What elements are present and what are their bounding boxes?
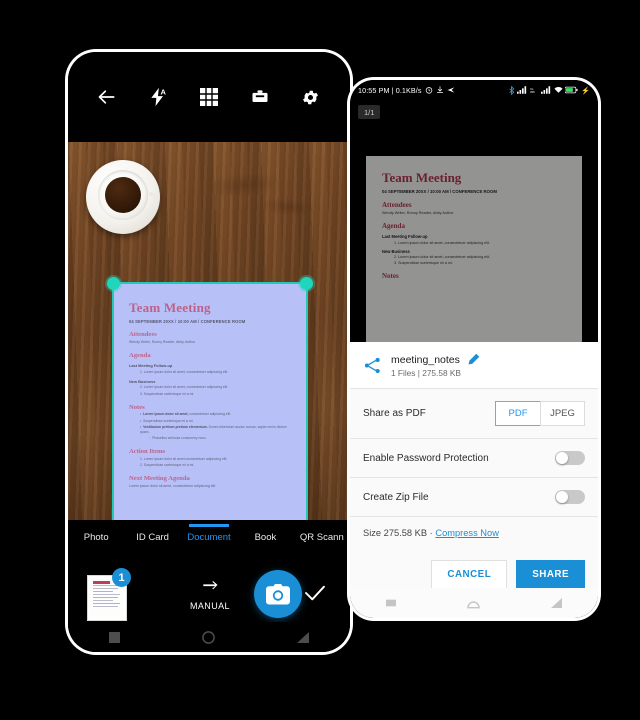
mode-tab-qr-scanner[interactable]: QR Scann	[294, 524, 350, 552]
share-as-row: Share as PDF PDF JPEG	[350, 389, 598, 438]
format-segmented-control: PDF JPEG	[495, 401, 585, 426]
mode-tab-book[interactable]: Book	[237, 524, 293, 552]
grid-icon[interactable]	[198, 86, 220, 108]
file-meta: 1 Files | 275.58 KB	[391, 368, 461, 378]
mode-tab-photo[interactable]: Photo	[68, 524, 124, 552]
thumbnail-line	[93, 588, 118, 590]
detected-document[interactable]: Team Meeting 04 SEPTEMBER 20XX / 10:00 A…	[107, 277, 313, 520]
recents-icon[interactable]	[109, 631, 120, 643]
thumbnail-line	[93, 597, 118, 599]
left-phone-frame: A Team Meeting 04 SEPTEMBER 20XX / 10:00…	[68, 52, 350, 652]
compress-now-link[interactable]: Compress Now	[435, 528, 499, 538]
svg-text:A: A	[161, 88, 167, 97]
signal-bars-icon	[517, 86, 527, 94]
size-text: Size 275.58 KB ·	[363, 528, 436, 538]
coffee-liquid	[105, 177, 141, 213]
filter-icon[interactable]	[249, 86, 271, 108]
android-navbar-right	[350, 588, 598, 618]
back-arrow-icon[interactable]	[96, 86, 118, 108]
vowifi-icon: VoWifi	[530, 87, 535, 94]
status-bar-text: 10:55 PM | 0.1KB/s	[358, 85, 422, 95]
camera-toolbar: A	[68, 52, 350, 142]
back-icon[interactable]	[297, 631, 309, 643]
android-navbar-left	[68, 622, 350, 652]
size-row: Size 275.58 KB · Compress Now	[350, 517, 598, 549]
share-icon[interactable]	[363, 356, 382, 375]
flash-auto-icon[interactable]: A	[147, 86, 169, 108]
right-phone-frame: 10:55 PM | 0.1KB/s Vo Wifi ⚡ 1/1 Team Me…	[350, 80, 598, 618]
create-zip-row: Create Zip File	[350, 478, 598, 516]
toggle-knob	[556, 452, 568, 464]
crop-overlay[interactable]	[107, 277, 313, 520]
shutter-button[interactable]	[254, 570, 302, 618]
camera-screen: A Team Meeting 04 SEPTEMBER 20XX / 10:00…	[68, 52, 350, 652]
edit-pencil-icon[interactable]	[467, 353, 480, 366]
format-option-pdf[interactable]: PDF	[495, 401, 540, 426]
checkmark-icon	[305, 585, 325, 601]
manual-mode-button[interactable]: MANUAL	[190, 580, 230, 611]
thumbnail-line	[93, 591, 114, 593]
mode-tab-document[interactable]: Document	[181, 524, 237, 552]
swap-arrows-icon	[203, 581, 218, 590]
share-screen: 10:55 PM | 0.1KB/s Vo Wifi ⚡ 1/1 Team Me…	[350, 80, 598, 618]
status-bar-right: Vo Wifi ⚡	[508, 85, 590, 95]
wifi-icon	[554, 87, 563, 93]
confirm-capture-button[interactable]	[304, 584, 326, 607]
mode-tab-id-card[interactable]: ID Card	[124, 524, 180, 552]
screenshot-root: A Team Meeting 04 SEPTEMBER 20XX / 10:00…	[0, 0, 640, 720]
toggle-knob	[556, 491, 568, 503]
format-option-jpeg[interactable]: JPEG	[540, 401, 585, 426]
alarm-icon	[425, 87, 432, 94]
camera-viewfinder[interactable]: Team Meeting 04 SEPTEMBER 20XX / 10:00 A…	[68, 142, 350, 520]
recents-icon[interactable]	[385, 598, 396, 608]
thumbnail-line	[93, 603, 120, 605]
password-protection-toggle[interactable]	[555, 451, 585, 465]
send-icon	[447, 87, 454, 93]
bluetooth-icon	[509, 85, 515, 95]
share-sheet-header: meeting_notes 1 Files | 275.58 KB	[350, 342, 598, 388]
home-icon[interactable]	[467, 598, 480, 609]
wood-grain-knot	[253, 193, 325, 221]
camera-icon	[266, 583, 290, 604]
share-sheet: meeting_notes 1 Files | 275.58 KB Share …	[350, 342, 598, 601]
page-indicator: 1/1	[358, 105, 381, 119]
thumbnail-line	[93, 606, 118, 608]
password-protection-label: Enable Password Protection	[363, 452, 489, 464]
camera-controls: 1 MANUAL	[68, 556, 350, 652]
thumbnail-title-line	[93, 581, 110, 584]
file-name: meeting_notes	[391, 353, 460, 366]
signal-bars2-icon	[541, 86, 551, 94]
status-bar-extra: ⚡	[580, 85, 590, 95]
back-icon[interactable]	[551, 598, 563, 608]
password-protection-row: Enable Password Protection	[350, 439, 598, 477]
status-bar-left: 10:55 PM | 0.1KB/s	[358, 86, 455, 95]
crop-handle-top-right[interactable]	[300, 277, 313, 290]
status-bar: 10:55 PM | 0.1KB/s Vo Wifi ⚡	[350, 80, 598, 100]
download-icon	[436, 86, 443, 94]
preview-dim-overlay	[366, 156, 582, 342]
thumbnail-line	[93, 594, 120, 596]
create-zip-toggle[interactable]	[555, 490, 585, 504]
svg-text:Wifi: Wifi	[530, 90, 535, 94]
file-info: meeting_notes 1 Files | 275.58 KB	[391, 353, 480, 378]
page-count-badge: 1	[112, 568, 131, 587]
thumbnail-line	[93, 600, 114, 602]
manual-label: MANUAL	[190, 601, 230, 611]
document-preview[interactable]: Team Meeting 04 SEPTEMBER 20XX / 10:00 A…	[366, 156, 582, 342]
battery-icon	[565, 86, 579, 94]
file-name-row: meeting_notes	[391, 353, 480, 366]
gear-icon[interactable]	[300, 86, 322, 108]
cancel-button[interactable]: CANCEL	[431, 560, 508, 589]
create-zip-label: Create Zip File	[363, 491, 429, 503]
share-button[interactable]: SHARE	[516, 560, 585, 589]
home-icon[interactable]	[202, 630, 215, 644]
share-as-label: Share as PDF	[363, 408, 426, 419]
crop-handle-top-left[interactable]	[107, 277, 120, 290]
capture-mode-tabs: Photo ID Card Document Book QR Scann	[68, 520, 350, 556]
